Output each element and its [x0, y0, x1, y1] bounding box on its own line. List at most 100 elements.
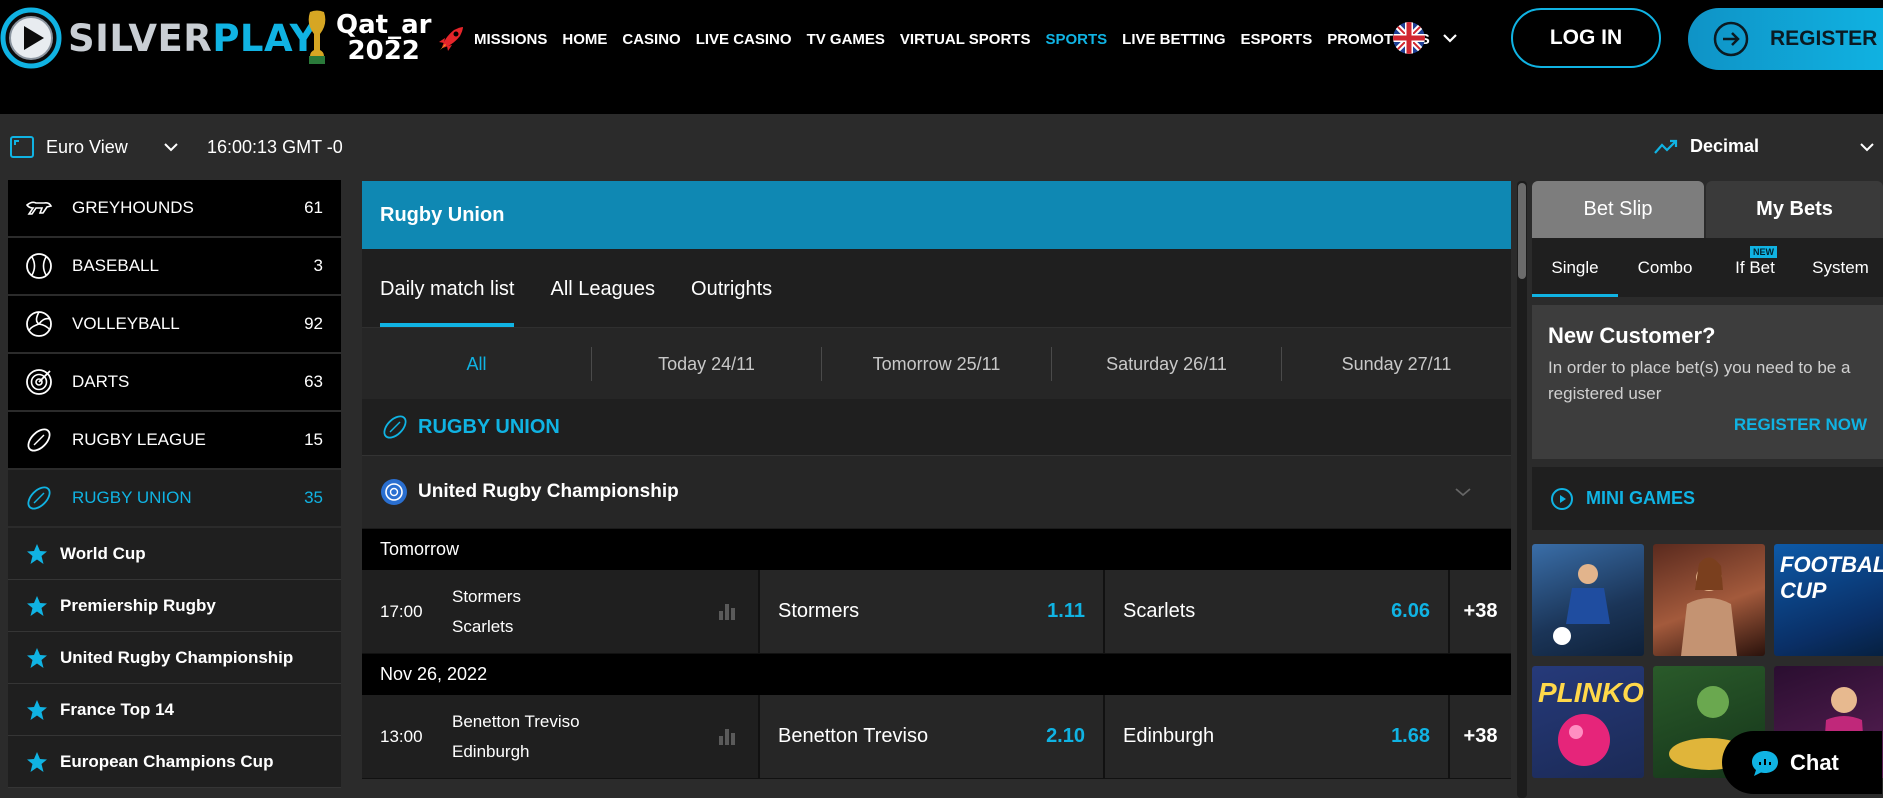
stats-bar-chart-icon[interactable]: [718, 602, 736, 620]
star-icon[interactable]: [26, 595, 48, 617]
register-label: REGISTER: [1770, 27, 1878, 50]
login-button[interactable]: LOG IN: [1511, 8, 1661, 68]
star-icon[interactable]: [26, 647, 48, 669]
tab-outrights[interactable]: Outrights: [691, 278, 772, 327]
bet-type-if-bet[interactable]: If Bet NEW: [1712, 238, 1798, 297]
away-team: Edinburgh: [452, 741, 530, 761]
stats-bar-chart-icon[interactable]: [718, 727, 736, 745]
bet-type-single[interactable]: Single: [1532, 238, 1618, 297]
match-info[interactable]: 17:00 Stormers Scarlets: [362, 570, 760, 653]
nav-casino[interactable]: CASINO: [622, 31, 680, 48]
competition-title: United Rugby Championship: [418, 481, 679, 502]
odds-button-home[interactable]: Stormers 1.11: [760, 570, 1105, 653]
play-badge-icon: [0, 7, 62, 69]
view-label: Euro View: [46, 136, 128, 157]
game-thumbnail[interactable]: PLINKO: [1532, 666, 1644, 778]
nav-esports[interactable]: ESPORTS: [1241, 31, 1313, 48]
sport-section-title: RUGBY UNION: [418, 415, 560, 438]
sidebar-league-united-rugby-championship[interactable]: United Rugby Championship: [8, 632, 341, 684]
nav-live-casino[interactable]: LIVE CASINO: [696, 31, 792, 48]
bet-type-system[interactable]: System: [1798, 238, 1883, 297]
register-button[interactable]: REGISTER: [1688, 8, 1883, 70]
nav-home[interactable]: HOME: [562, 31, 607, 48]
chat-bubble-icon: [1752, 750, 1778, 776]
volleyball-icon: [26, 311, 52, 337]
roulette-dealer-image: [1681, 557, 1737, 656]
day-saturday[interactable]: Saturday 26/11: [1052, 346, 1282, 381]
silverplay-logo[interactable]: SILVERPLAY: [0, 4, 317, 72]
sports-sidebar: GREYHOUNDS 61 BASEBALL 3 VOLLEYBALL 92 D…: [8, 180, 341, 788]
nav-tv-games[interactable]: TV GAMES: [807, 31, 885, 48]
day-all[interactable]: All: [362, 346, 592, 381]
dartboard-icon: [26, 369, 52, 395]
main-scrollbar[interactable]: [1517, 181, 1527, 798]
day-today[interactable]: Today 24/11: [592, 346, 822, 381]
more-markets-button[interactable]: +38: [1450, 570, 1511, 653]
nav-virtual-sports[interactable]: VIRTUAL SPORTS: [900, 31, 1031, 48]
sidebar-league-premiership-rugby[interactable]: Premiership Rugby: [8, 580, 341, 632]
mini-games-header[interactable]: MINI GAMES: [1532, 467, 1883, 530]
sidebar-league-world-cup[interactable]: World Cup: [8, 528, 341, 580]
odds-button-home[interactable]: Benetton Treviso 2.10: [760, 695, 1105, 778]
language-selector[interactable]: [1393, 22, 1457, 54]
chat-label: Chat: [1790, 749, 1839, 775]
tab-bet-slip[interactable]: Bet Slip: [1532, 181, 1705, 238]
football-player-image: [1553, 564, 1610, 645]
qatar-year: 2022: [347, 36, 420, 66]
sidebar-league-france-top-14[interactable]: France Top 14: [8, 684, 341, 736]
chevron-down-icon[interactable]: [1455, 487, 1471, 497]
betslip-panel: Bet Slip My Bets Single Combo If Bet NEW…: [1532, 181, 1883, 778]
nav-missions[interactable]: MISSIONS: [474, 31, 547, 48]
play-circle-icon: [1551, 487, 1573, 510]
rugby-ball-icon: [27, 428, 51, 452]
competition-header[interactable]: United Rugby Championship: [362, 456, 1511, 529]
tab-my-bets[interactable]: My Bets: [1706, 181, 1883, 238]
sidebar-item-darts[interactable]: DARTS 63: [8, 354, 341, 412]
game-thumbnail[interactable]: [1532, 544, 1644, 656]
view-selector[interactable]: Euro View: [10, 136, 178, 158]
new-customer-text: In order to place bet(s) you need to be …: [1548, 358, 1851, 403]
star-icon[interactable]: [26, 751, 48, 773]
tab-daily-match-list[interactable]: Daily match list: [380, 278, 515, 327]
bet-type-combo[interactable]: Combo: [1618, 238, 1712, 297]
chevron-down-icon[interactable]: [1443, 33, 1457, 43]
sidebar-item-baseball[interactable]: BASEBALL 3: [8, 238, 341, 296]
nav-sports[interactable]: SPORTS: [1045, 31, 1107, 48]
nav-live-betting[interactable]: LIVE BETTING: [1122, 31, 1225, 48]
match-row: 13:00 Benetton Treviso Edinburgh Benetto…: [362, 695, 1511, 779]
match-tabs: Daily match list All Leagues Outrights: [362, 249, 1511, 328]
game-title: FOOTBALL CUP: [1780, 552, 1883, 603]
day-sunday[interactable]: Sunday 27/11: [1282, 347, 1511, 381]
star-icon[interactable]: [26, 699, 48, 721]
sidebar-item-volleyball[interactable]: VOLLEYBALL 92: [8, 296, 341, 354]
odds-format-label: Decimal: [1690, 136, 1760, 156]
rocket-icon[interactable]: [436, 24, 466, 54]
match-row: 17:00 Stormers Scarlets Stormers 1.11 Sc…: [362, 570, 1511, 654]
odds-button-away[interactable]: Scarlets 6.06: [1105, 570, 1450, 653]
sidebar-item-rugby-union[interactable]: RUGBY UNION 35: [8, 470, 341, 528]
game-thumbnail[interactable]: FOOTBALL CUP: [1774, 544, 1883, 656]
register-now-link[interactable]: REGISTER NOW: [1548, 415, 1867, 435]
game-thumbnail[interactable]: [1653, 544, 1765, 656]
scrollbar-thumb[interactable]: [1518, 183, 1526, 279]
home-team: Stormers: [452, 586, 521, 606]
odds-button-away[interactable]: Edinburgh 1.68: [1105, 695, 1450, 778]
logo-wordmark: SILVERPLAY: [68, 16, 317, 60]
uk-flag-icon: [1393, 22, 1425, 54]
chat-button[interactable]: Chat: [1722, 731, 1882, 794]
sidebar-item-greyhounds[interactable]: GREYHOUNDS 61: [8, 180, 341, 238]
qatar-2022-logo[interactable]: Qat_ar 2022: [306, 10, 431, 66]
tab-all-leagues[interactable]: All Leagues: [550, 278, 655, 327]
screen-view-icon: [10, 136, 34, 158]
odds-format-selector[interactable]: Decimal: [1654, 136, 1874, 157]
sidebar-league-european-champions-cup[interactable]: European Champions Cup: [8, 736, 341, 788]
day-tomorrow[interactable]: Tomorrow 25/11: [822, 346, 1052, 381]
mini-games-title: MINI GAMES: [1586, 488, 1696, 508]
more-markets-button[interactable]: +38: [1450, 695, 1511, 778]
day-filter: All Today 24/11 Tomorrow 25/11 Saturday …: [362, 328, 1511, 399]
sidebar-item-rugby-league[interactable]: RUGBY LEAGUE 15: [8, 412, 341, 470]
star-icon[interactable]: [26, 543, 48, 565]
match-info[interactable]: 13:00 Benetton Treviso Edinburgh: [362, 695, 760, 778]
server-clock: 16:00:13 GMT -0: [207, 137, 343, 157]
greyhound-icon: [25, 201, 53, 215]
